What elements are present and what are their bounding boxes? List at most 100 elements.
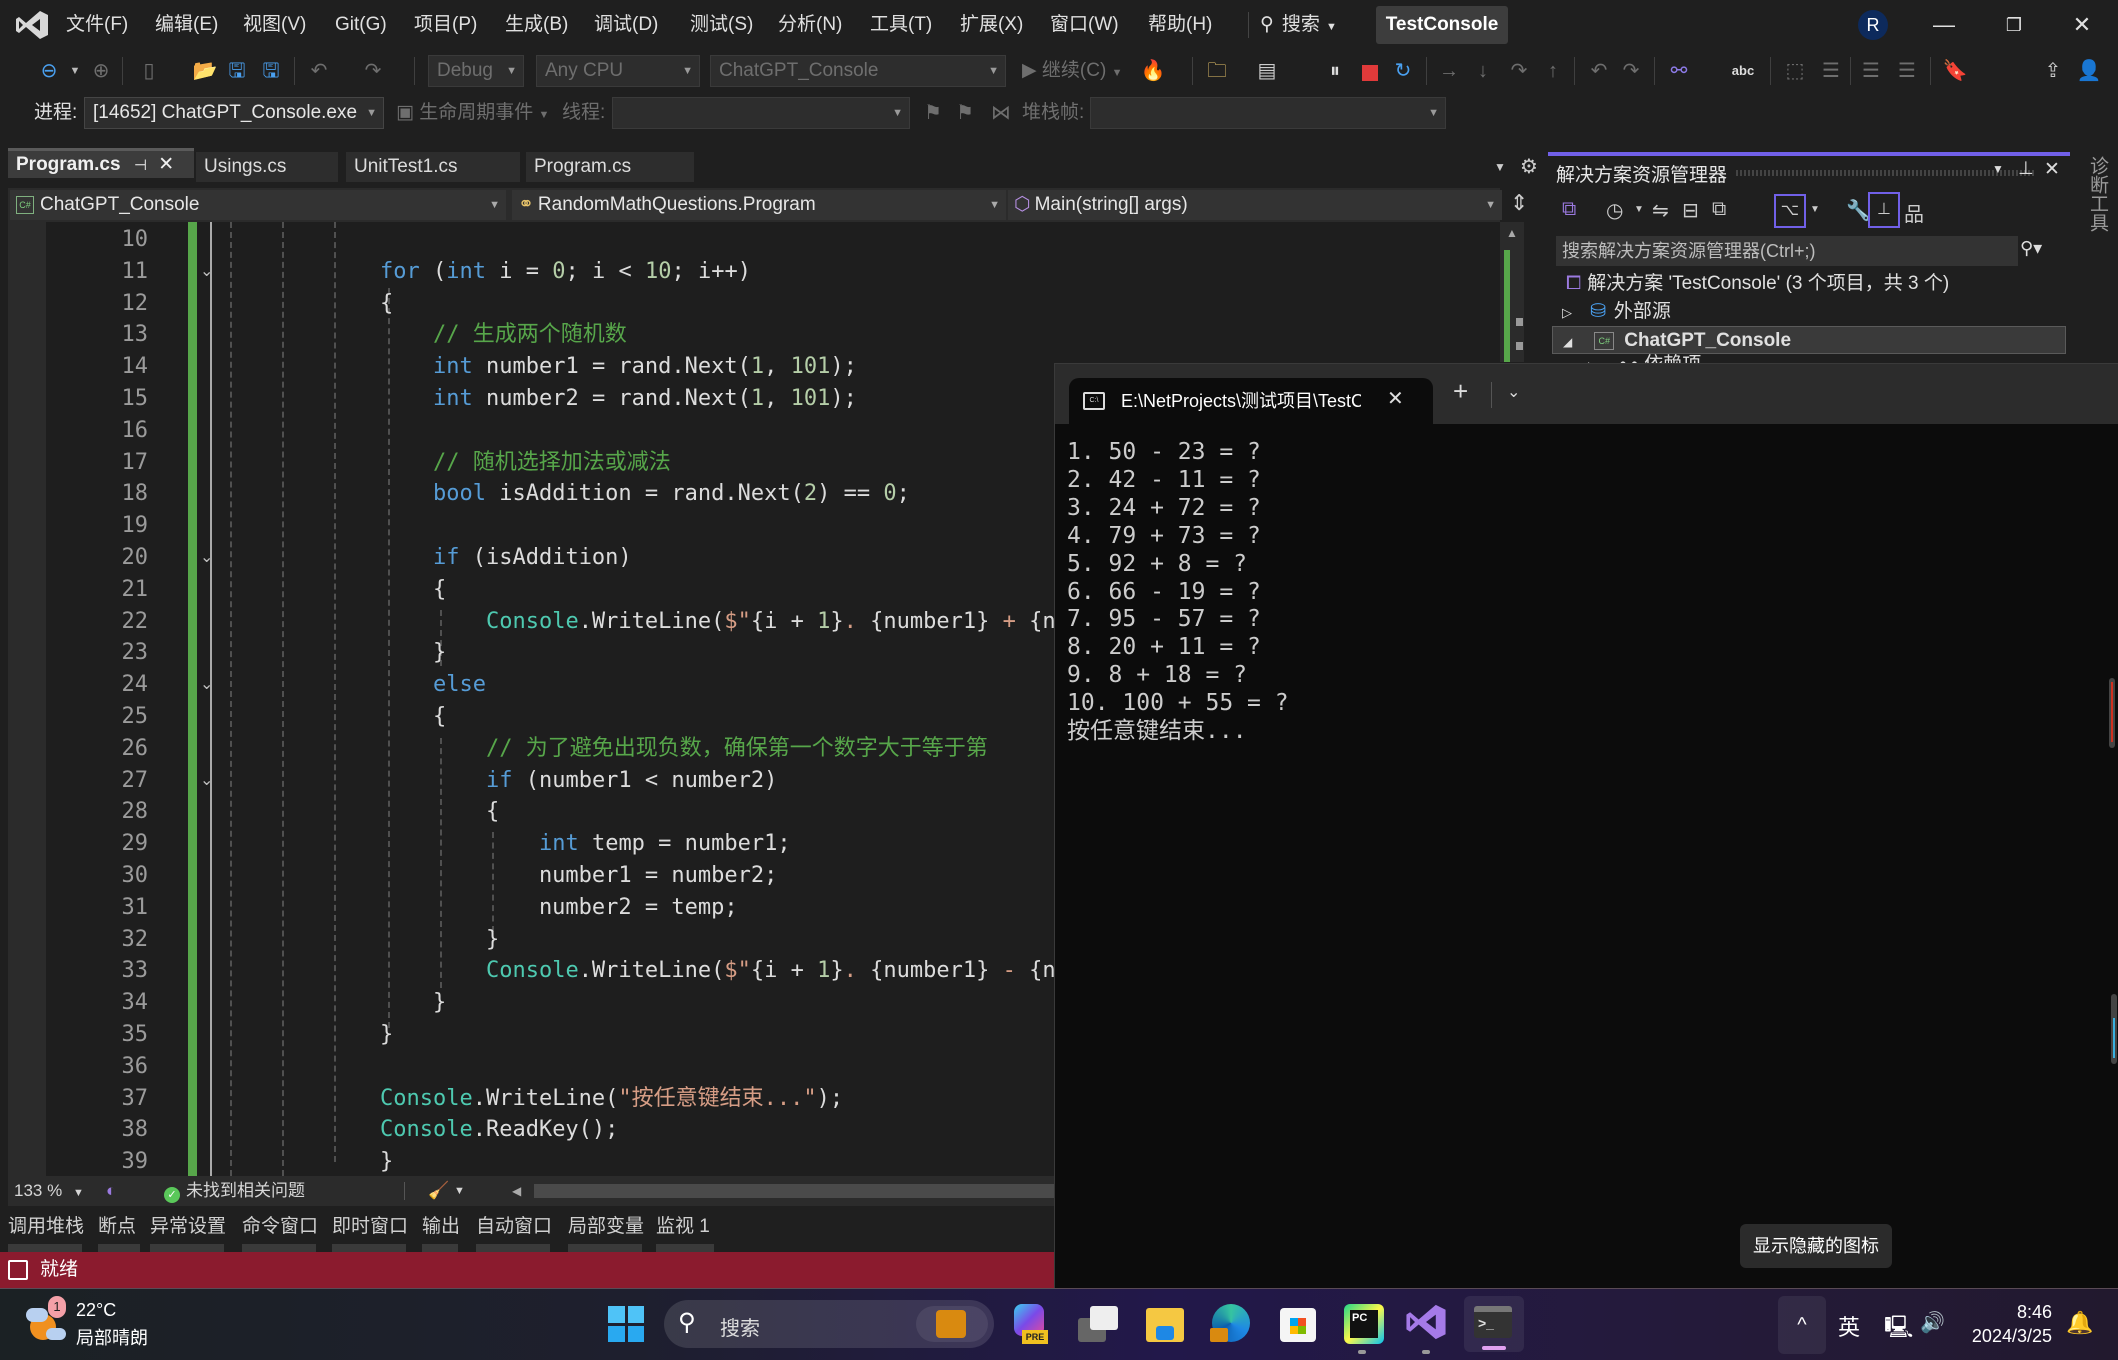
outdent-icon[interactable]: ☰ [1894,58,1920,84]
taskbar-pycharm[interactable]: PC [1340,1300,1388,1348]
solution-name-badge[interactable]: TestConsole [1376,6,1508,44]
menu-item-12[interactable]: 帮助(H) [1148,10,1212,40]
close-window-button[interactable]: ✕ [2058,8,2106,42]
save-icon[interactable]: 🖫 [224,58,250,84]
copilot-preview-icon[interactable]: PRE [1010,1302,1050,1346]
chevron-down-icon[interactable]: ⌄ [1507,382,1520,402]
weather-description[interactable]: 局部晴朗 [76,1324,148,1350]
feedback-icon[interactable]: 👤 [2076,58,2102,84]
new-project-icon[interactable]: ▯ [136,58,162,84]
terminal-window[interactable]: C:\ E:\NetProjects\测试项目\TestC ✕ + ⌄ 1. 5… [1054,363,2118,1288]
spell-check-icon[interactable]: abc [1730,58,1756,84]
restart-icon[interactable]: ↻ [1390,58,1416,84]
copilot-icon[interactable]: ◐ [106,1176,116,1206]
show-hidden-icons-button[interactable]: ^ [1778,1296,1826,1354]
preview-selected-items-icon[interactable]: ⌥ [1774,194,1806,228]
menu-item-4[interactable]: 项目(P) [414,10,477,40]
start-button[interactable] [608,1306,644,1342]
tool-tab-7[interactable]: 局部变量 [568,1212,644,1242]
navigate-back-icon[interactable]: ⊖ [36,58,62,84]
bookmark-icon[interactable]: 🔖 [1942,58,1968,84]
redo-icon[interactable]: ↷ [360,58,386,84]
scroll-left-icon[interactable]: ◀ [512,1176,521,1206]
tool-tab-6[interactable]: 自动窗口 [476,1212,552,1242]
configuration-dropdown[interactable]: Debug ▼ [428,55,524,87]
volume-icon[interactable]: 🔊 [1920,1310,1945,1335]
weather-temperature[interactable]: 22°C [76,1300,116,1321]
platform-dropdown[interactable]: Any CPU ▼ [536,55,700,87]
thread-dropdown[interactable]: ▼ [612,97,910,129]
tree-item-solution[interactable]: ⧠ 解决方案 'TestConsole' (3 个项目，共 3 个) [1566,270,1949,298]
menu-item-1[interactable]: 编辑(E) [155,10,218,40]
tree-item-chatgpt-console[interactable]: ◢ C# ChatGPT_Console [1552,326,2066,354]
menu-item-9[interactable]: 工具(T) [870,10,932,40]
undo-icon[interactable]: ↶ [306,58,332,84]
tool-tab-0[interactable]: 调用堆栈 [8,1212,84,1242]
issues-indicator[interactable]: ✓ 未找到相关问题 [164,1176,305,1206]
weather-widget-icon[interactable]: 1 [26,1296,66,1342]
tab-program-cs[interactable]: Program.cs ⊣ ✕ [8,148,194,178]
stack-frame-dropdown[interactable]: ▼ [1090,97,1446,129]
taskbar-search-box[interactable]: ⚲ 搜索 [664,1300,994,1348]
class-diagram-icon[interactable]: 品 [1904,198,1924,227]
select-icon[interactable]: ⬚ [1782,58,1808,84]
pin-icon[interactable]: ⊣ [134,157,147,174]
flag-thread-icon[interactable]: ⚑ [920,100,946,126]
chevron-down-icon[interactable]: ▼ [1992,162,2004,176]
taskbar-edge[interactable] [1208,1300,1256,1348]
pin-icon[interactable]: ⊥ [2018,158,2034,179]
menu-item-10[interactable]: 扩展(X) [960,10,1023,40]
taskbar-terminal[interactable]: >_ [1464,1296,1524,1352]
taskbar-task-view[interactable] [1076,1300,1124,1348]
restore-button[interactable]: ❐ [1990,8,2038,42]
step-into-icon[interactable]: ↓ [1470,58,1496,84]
menu-item-8[interactable]: 分析(N) [778,10,842,40]
menu-item-7[interactable]: 测试(S) [690,10,753,40]
tool-tab-5[interactable]: 输出 [422,1212,460,1242]
solution-explorer-search-input[interactable]: 搜索解决方案资源管理器(Ctrl+;) [1556,236,2018,266]
toggle-icon[interactable]: ⊥ [1868,192,1900,228]
application-window-icon[interactable]: ▤ [1254,58,1280,84]
process-dropdown[interactable]: [14652] ChatGPT_Console.exe ▼ [84,97,384,129]
flag-all-threads-icon[interactable]: ⚑ [952,100,978,126]
close-tab-icon[interactable]: ✕ [158,154,174,175]
step-forward-icon[interactable]: ↷ [1618,58,1644,84]
find-in-files-icon[interactable]: 🗀 [1204,58,1230,84]
stop-icon[interactable] [1362,65,1378,81]
pause-icon[interactable]: ⏸ [1322,58,1348,84]
scroll-up-icon[interactable]: ▲ [1506,226,1518,240]
drag-handle[interactable] [1736,170,2036,176]
open-folder-icon[interactable]: 📂 [192,58,218,84]
project-dropdown[interactable]: C# ChatGPT_Console ▼ [10,190,506,220]
tool-tab-2[interactable]: 异常设置 [150,1212,226,1242]
clock-time[interactable]: 8:46 [1960,1302,2052,1323]
fold-toggle-icon[interactable]: ⌄ [200,542,216,574]
clock-date[interactable]: 2024/3/25 [1960,1326,2052,1347]
zoom-level-dropdown[interactable]: 133 % ▼ [14,1176,84,1208]
minimize-button[interactable]: — [1920,8,1968,42]
chevron-down-icon[interactable]: ▼ [1810,204,1820,215]
close-panel-icon[interactable]: ✕ [2044,158,2060,181]
type-dropdown[interactable]: ⚭ RandomMathQuestions.Program ▼ [512,190,1006,220]
user-avatar[interactable]: R [1858,10,1888,40]
tree-item-external-sources[interactable]: ▷ ⛁ 外部源 [1562,298,1671,326]
split-window-icon[interactable]: ⇕ [1510,190,1528,216]
menu-item-5[interactable]: 生成(B) [505,10,568,40]
step-out-icon[interactable]: ↑ [1540,58,1566,84]
diagnostic-tools-side-tab[interactable]: 诊断工具 [2074,150,2118,370]
search-button[interactable]: ⚲ 搜索 ▼ [1260,10,1337,40]
collapse-all-icon[interactable]: ⊟ [1682,198,1699,223]
tab-program-cs-2[interactable]: Program.cs [526,152,694,182]
tool-tab-4[interactable]: 即时窗口 [332,1212,408,1242]
editor-vertical-scrollbar[interactable]: ▲ [1500,222,1524,362]
chevron-down-icon[interactable]: ▼ [454,1176,465,1206]
menu-item-11[interactable]: 窗口(W) [1050,10,1119,40]
navigate-forward-icon[interactable]: ⊕ [88,58,114,84]
show-all-files-icon[interactable]: ⧉ [1712,198,1726,221]
tab-list-dropdown-icon[interactable]: ▼ [1494,160,1506,174]
network-icon[interactable]: 🖳 [1884,1310,1913,1348]
notification-icon[interactable] [8,1260,28,1280]
save-all-icon[interactable]: 🖫 [258,58,284,84]
search-icon[interactable]: ⚲▾ [2020,238,2042,259]
sync-with-active-document-icon[interactable]: ⇋ [1652,198,1669,223]
